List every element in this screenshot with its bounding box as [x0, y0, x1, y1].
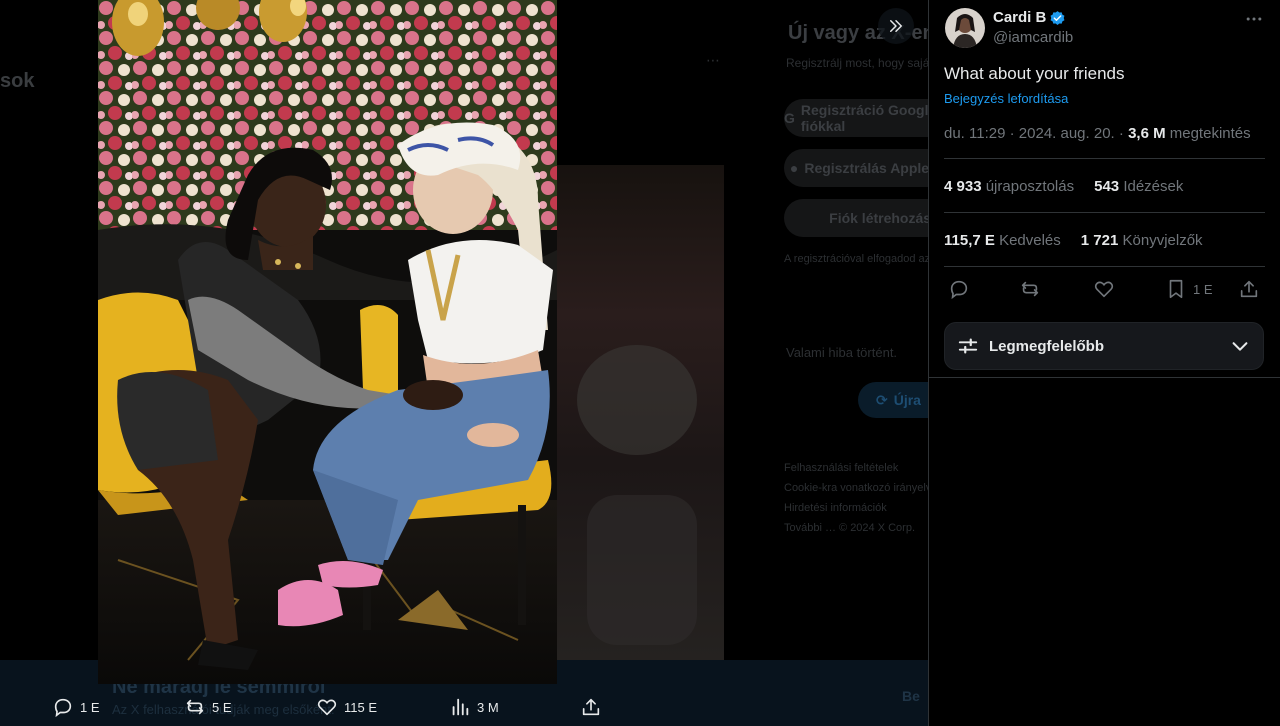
reply-icon [950, 280, 968, 300]
author-display-name[interactable]: Cardi B [993, 8, 1073, 28]
more-options-button[interactable] [1244, 9, 1264, 29]
stats-row-reposts: 4 933 újraposztolás 543 Idézések [944, 178, 1183, 195]
background-more-icon: ⋯ [706, 52, 720, 68]
post-date[interactable]: 2024. aug. 20. [1019, 125, 1115, 142]
collapse-panel-button[interactable] [878, 8, 914, 44]
bookmark-button[interactable]: 1 E [1165, 278, 1213, 300]
refresh-icon: ⟳ [876, 391, 888, 408]
bookmark-icon [1169, 279, 1183, 299]
repost-button[interactable] [1019, 278, 1041, 300]
post-meta: du. 11:29 · 2024. aug. 20. · 3,6 M megte… [944, 125, 1251, 142]
post-actions: 1 E [944, 278, 1264, 304]
background-signup-subtitle: Regisztrálj most, hogy saját személyre s… [786, 56, 928, 70]
media-reply-button[interactable]: 1 E [52, 696, 100, 718]
share-icon [582, 698, 600, 716]
reposts-stat[interactable]: 4 933 újraposztolás [944, 178, 1074, 195]
divider [944, 158, 1265, 159]
google-icon: G [784, 110, 795, 126]
media-views-button[interactable]: 3 M [449, 696, 499, 718]
media-repost-button[interactable]: 5 E [184, 696, 232, 718]
media-reply-count: 1 E [80, 699, 100, 715]
chevron-down-icon [1232, 342, 1248, 351]
background-create-account-button: Fiók létrehozása [784, 199, 928, 237]
media-like-button[interactable]: 115 E [316, 696, 377, 718]
background-fineprint: A regisztrációval elfogadod az Általános… [784, 253, 928, 265]
post-views-count: 3,6 M [1128, 125, 1166, 142]
views-chart-icon [452, 698, 469, 716]
sliders-icon [958, 338, 978, 354]
post-time[interactable]: du. 11:29 [944, 125, 1005, 142]
quotes-stat[interactable]: 543 Idézések [1094, 178, 1183, 195]
media-share-button[interactable] [580, 696, 602, 718]
bookmarks-stat[interactable]: 1 721 Könyvjelzők [1081, 232, 1203, 249]
reply-icon [54, 698, 72, 718]
bookmark-count: 1 E [1193, 281, 1213, 297]
photo-illustration [98, 0, 557, 684]
avatar[interactable] [945, 8, 985, 48]
verified-badge-icon [1050, 10, 1065, 25]
share-icon [1240, 280, 1258, 298]
share-button[interactable] [1238, 278, 1260, 300]
reply-sort-dropdown[interactable]: Legmegfelelőbb [944, 322, 1264, 370]
avatar-image [945, 8, 985, 48]
media-like-count: 115 E [344, 699, 378, 715]
repost-icon [1021, 281, 1039, 297]
background-retry-button: ⟳ Újra [858, 382, 928, 418]
apple-icon: ● [789, 160, 799, 176]
likes-stat[interactable]: 115,7 E Kedvelés [944, 232, 1061, 249]
post-views-label: megtekintés [1169, 125, 1251, 142]
background-post-image [557, 165, 724, 660]
background-footer: Felhasználási feltételek Cookie-kra vona… [784, 462, 928, 534]
like-button[interactable] [1093, 278, 1115, 300]
post-author: Cardi B @iamcardib [945, 8, 1073, 48]
background-error-text: Valami hiba történt. [786, 345, 898, 360]
media-action-bar: 1 E 5 E 115 E 3 M [0, 690, 928, 726]
reply-button[interactable] [948, 278, 970, 300]
post-text: What about your friends [944, 64, 1125, 83]
translate-post-link[interactable]: Bejegyzés lefordítása [944, 91, 1068, 106]
divider [944, 266, 1265, 267]
author-handle[interactable]: @iamcardib [993, 28, 1073, 48]
sort-label: Legmegfelelőbb [989, 337, 1105, 355]
background-nav-text: sok [0, 70, 35, 92]
double-chevron-right-icon [890, 20, 902, 32]
background-apple-button: ● Regisztrálás Apple-fiókkal [784, 149, 928, 187]
post-photo[interactable] [98, 0, 557, 684]
heart-icon [317, 699, 337, 716]
divider [944, 212, 1265, 213]
media-views-count: 3 M [477, 699, 499, 715]
background-signup-card: Új vagy az X-en? Regisztrálj most, hogy … [784, 18, 928, 538]
stats-row-likes: 115,7 E Kedvelés 1 721 Könyvjelzők [944, 232, 1203, 249]
divider [929, 377, 1280, 378]
background-google-button: G Regisztráció Google-fiókkal [784, 99, 928, 137]
media-repost-count: 5 E [212, 699, 232, 715]
post-detail-panel: Cardi B @iamcardib What about your frien… [928, 0, 1280, 726]
more-horizontal-icon [1246, 17, 1262, 21]
heart-icon [1094, 281, 1114, 298]
repost-icon [186, 699, 204, 715]
